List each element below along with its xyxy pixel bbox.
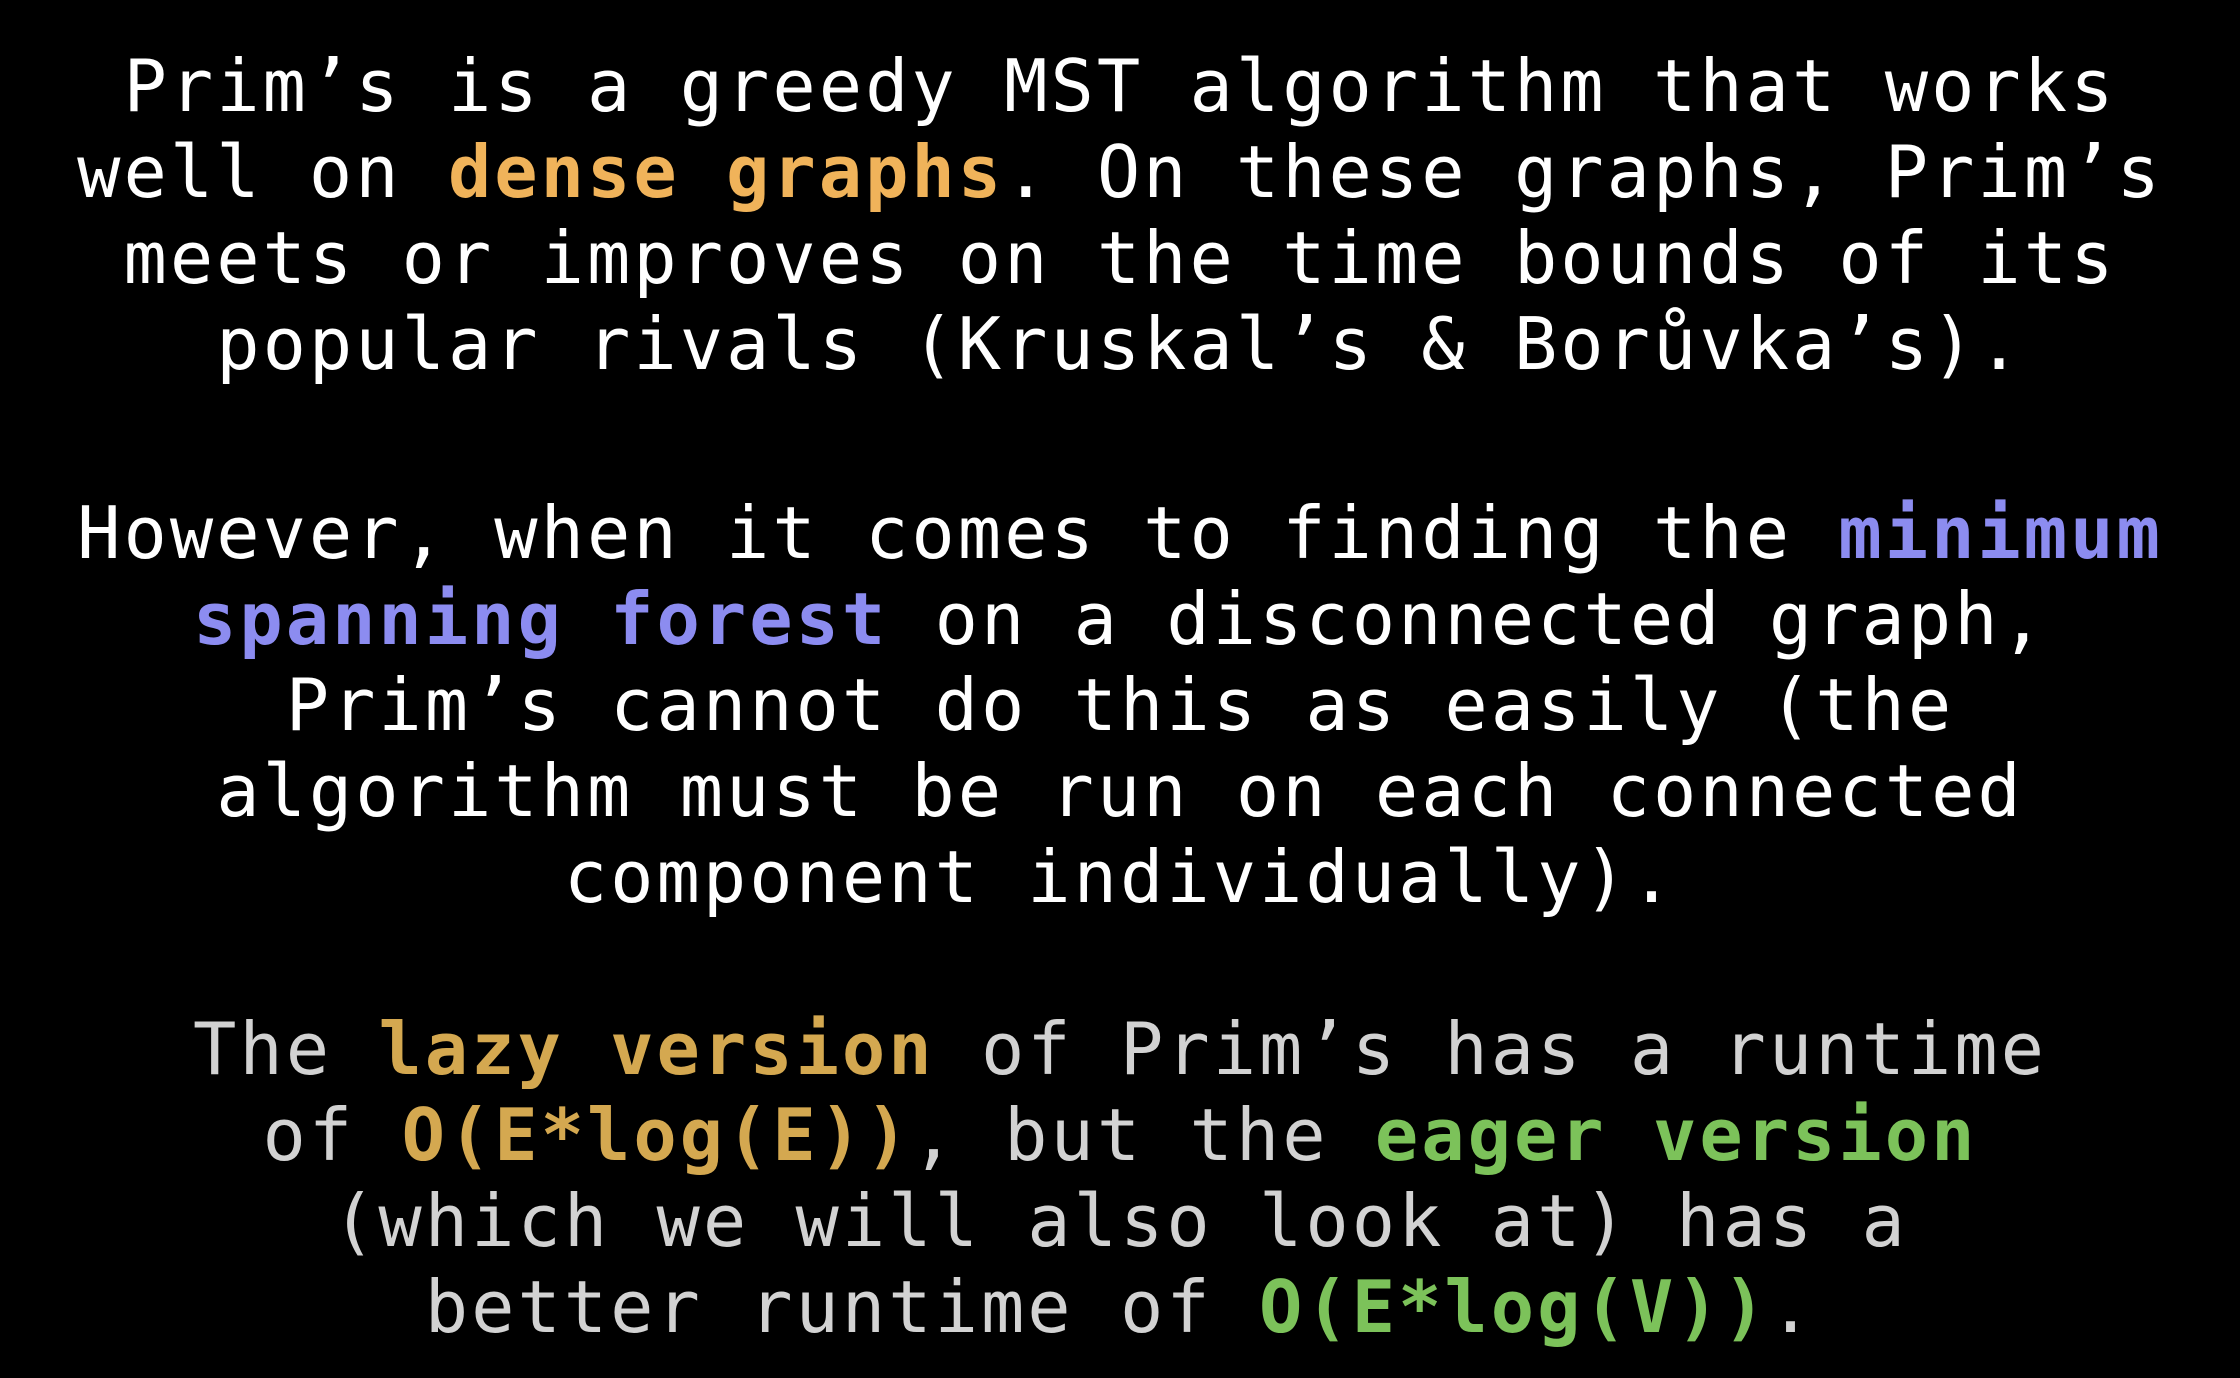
highlight-eager-version: eager version (1374, 1093, 1978, 1177)
text-segment: component individually). (563, 835, 1677, 919)
text-line: meets or improves on the time bounds of … (0, 215, 2240, 301)
text-line: spanning forest on a disconnected graph, (0, 576, 2240, 662)
text-segment: of Prim’s has a runtime (934, 1007, 2047, 1091)
text-line: However, when it comes to finding the mi… (0, 490, 2240, 576)
text-segment: well on (77, 130, 448, 214)
text-segment: Prim’s is a greedy MST algorithm that wo… (123, 44, 2117, 128)
text-line: algorithm must be run on each connected (0, 748, 2240, 834)
text-segment: on a disconnected graph, (888, 577, 2047, 661)
text-line: popular rivals (Kruskal’s & Borůvka’s). (0, 301, 2240, 387)
text-segment: algorithm must be run on each connected (216, 749, 2024, 833)
text-segment: . On these graphs, Prim’s (1004, 130, 2163, 214)
text-segment: . (1768, 1265, 1816, 1349)
text-segment: However, when it comes to finding the (77, 491, 1839, 575)
highlight-minimum: minimum (1838, 491, 2163, 575)
text-segment: The (193, 1007, 379, 1091)
paragraph-spanning-forest: However, when it comes to finding the mi… (0, 490, 2240, 920)
slide: Prim’s is a greedy MST algorithm that wo… (0, 0, 2240, 1378)
text-segment: of (262, 1093, 402, 1177)
text-line: better runtime of O(E*log(V)). (0, 1264, 2240, 1350)
highlight-dense-graphs: dense graphs (447, 130, 1005, 214)
text-segment: meets or improves on the time bounds of … (123, 216, 2117, 300)
text-line: (which we will also look at) has a (0, 1178, 2240, 1264)
text-line: Prim’s is a greedy MST algorithm that wo… (0, 43, 2240, 129)
text-segment: , but the (911, 1093, 1375, 1177)
text-line: of O(E*log(E)), but the eager version (0, 1092, 2240, 1178)
text-segment: better runtime of (424, 1265, 1260, 1349)
text-line: component individually). (0, 834, 2240, 920)
text-segment: Prim’s cannot do this as easily (the (285, 663, 1955, 747)
highlight-lazy-complexity: O(E*log(E)) (401, 1093, 912, 1177)
highlight-spanning-forest: spanning forest (193, 577, 889, 661)
text-segment: (which we will also look at) has a (332, 1179, 1908, 1263)
highlight-lazy-version: lazy version (378, 1007, 935, 1091)
text-line: Prim’s cannot do this as easily (the (0, 662, 2240, 748)
paragraph-runtime: The lazy version of Prim’s has a runtime… (0, 1006, 2240, 1350)
highlight-eager-complexity: O(E*log(V)) (1259, 1265, 1769, 1349)
text-line: The lazy version of Prim’s has a runtime (0, 1006, 2240, 1092)
text-segment: popular rivals (Kruskal’s & Borůvka’s). (216, 302, 2024, 386)
text-line: well on dense graphs. On these graphs, P… (0, 129, 2240, 215)
paragraph-prims-dense-graphs: Prim’s is a greedy MST algorithm that wo… (0, 43, 2240, 387)
